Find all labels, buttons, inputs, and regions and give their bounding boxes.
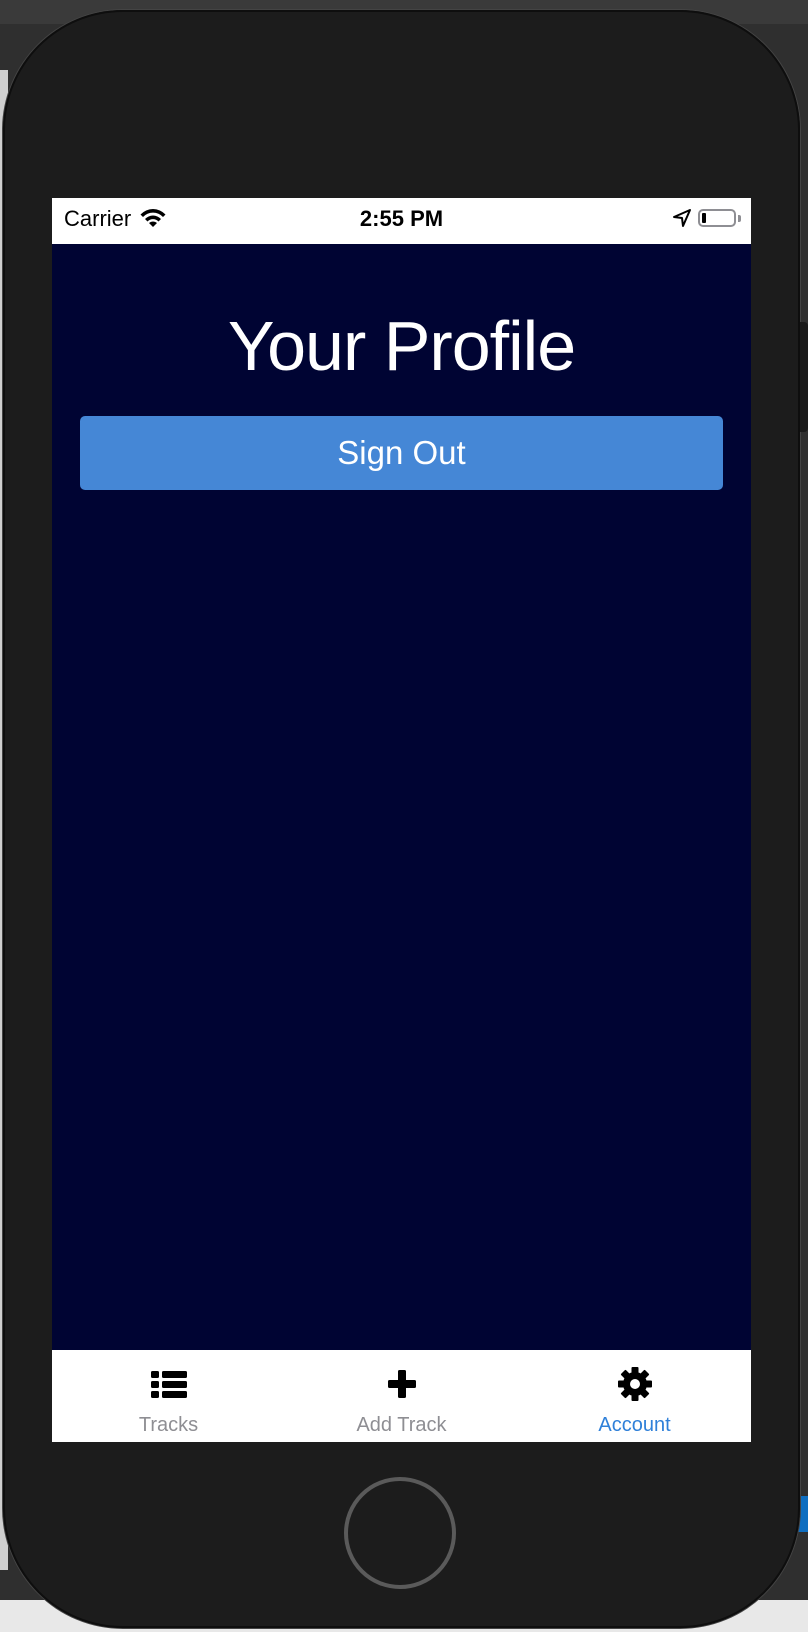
tab-bar: Tracks Add Track Account (52, 1350, 751, 1442)
battery-cap (738, 214, 741, 222)
status-time: 2:55 PM (359, 206, 444, 231)
status-bar: Carrier 2:55 PM (52, 198, 751, 244)
location-arrow-icon (673, 209, 691, 227)
desktop-background: Carrier 2:55 PM Your Profile Sign Out Tr… (0, 0, 808, 1632)
profile-screen: Your Profile Sign Out (52, 244, 751, 1348)
home-button[interactable] (344, 1477, 456, 1589)
list-icon (150, 1371, 187, 1398)
tab-add-track[interactable]: Add Track (285, 1350, 518, 1442)
battery-fill (702, 213, 706, 223)
status-right (672, 208, 741, 228)
sign-out-button[interactable]: Sign Out (80, 416, 723, 490)
tab-account[interactable]: Account (518, 1350, 751, 1442)
gear-icon (617, 1367, 652, 1401)
page-title: Your Profile (227, 307, 576, 385)
tab-account-label: Account (598, 1414, 671, 1436)
plus-icon (387, 1370, 416, 1398)
tab-tracks[interactable]: Tracks (52, 1350, 285, 1442)
battery-icon (698, 209, 736, 227)
phone-screen: Carrier 2:55 PM Your Profile Sign Out Tr… (52, 198, 751, 1442)
tab-add-track-label: Add Track (356, 1414, 447, 1436)
tab-tracks-label: Tracks (138, 1414, 199, 1436)
side-button (800, 322, 808, 432)
